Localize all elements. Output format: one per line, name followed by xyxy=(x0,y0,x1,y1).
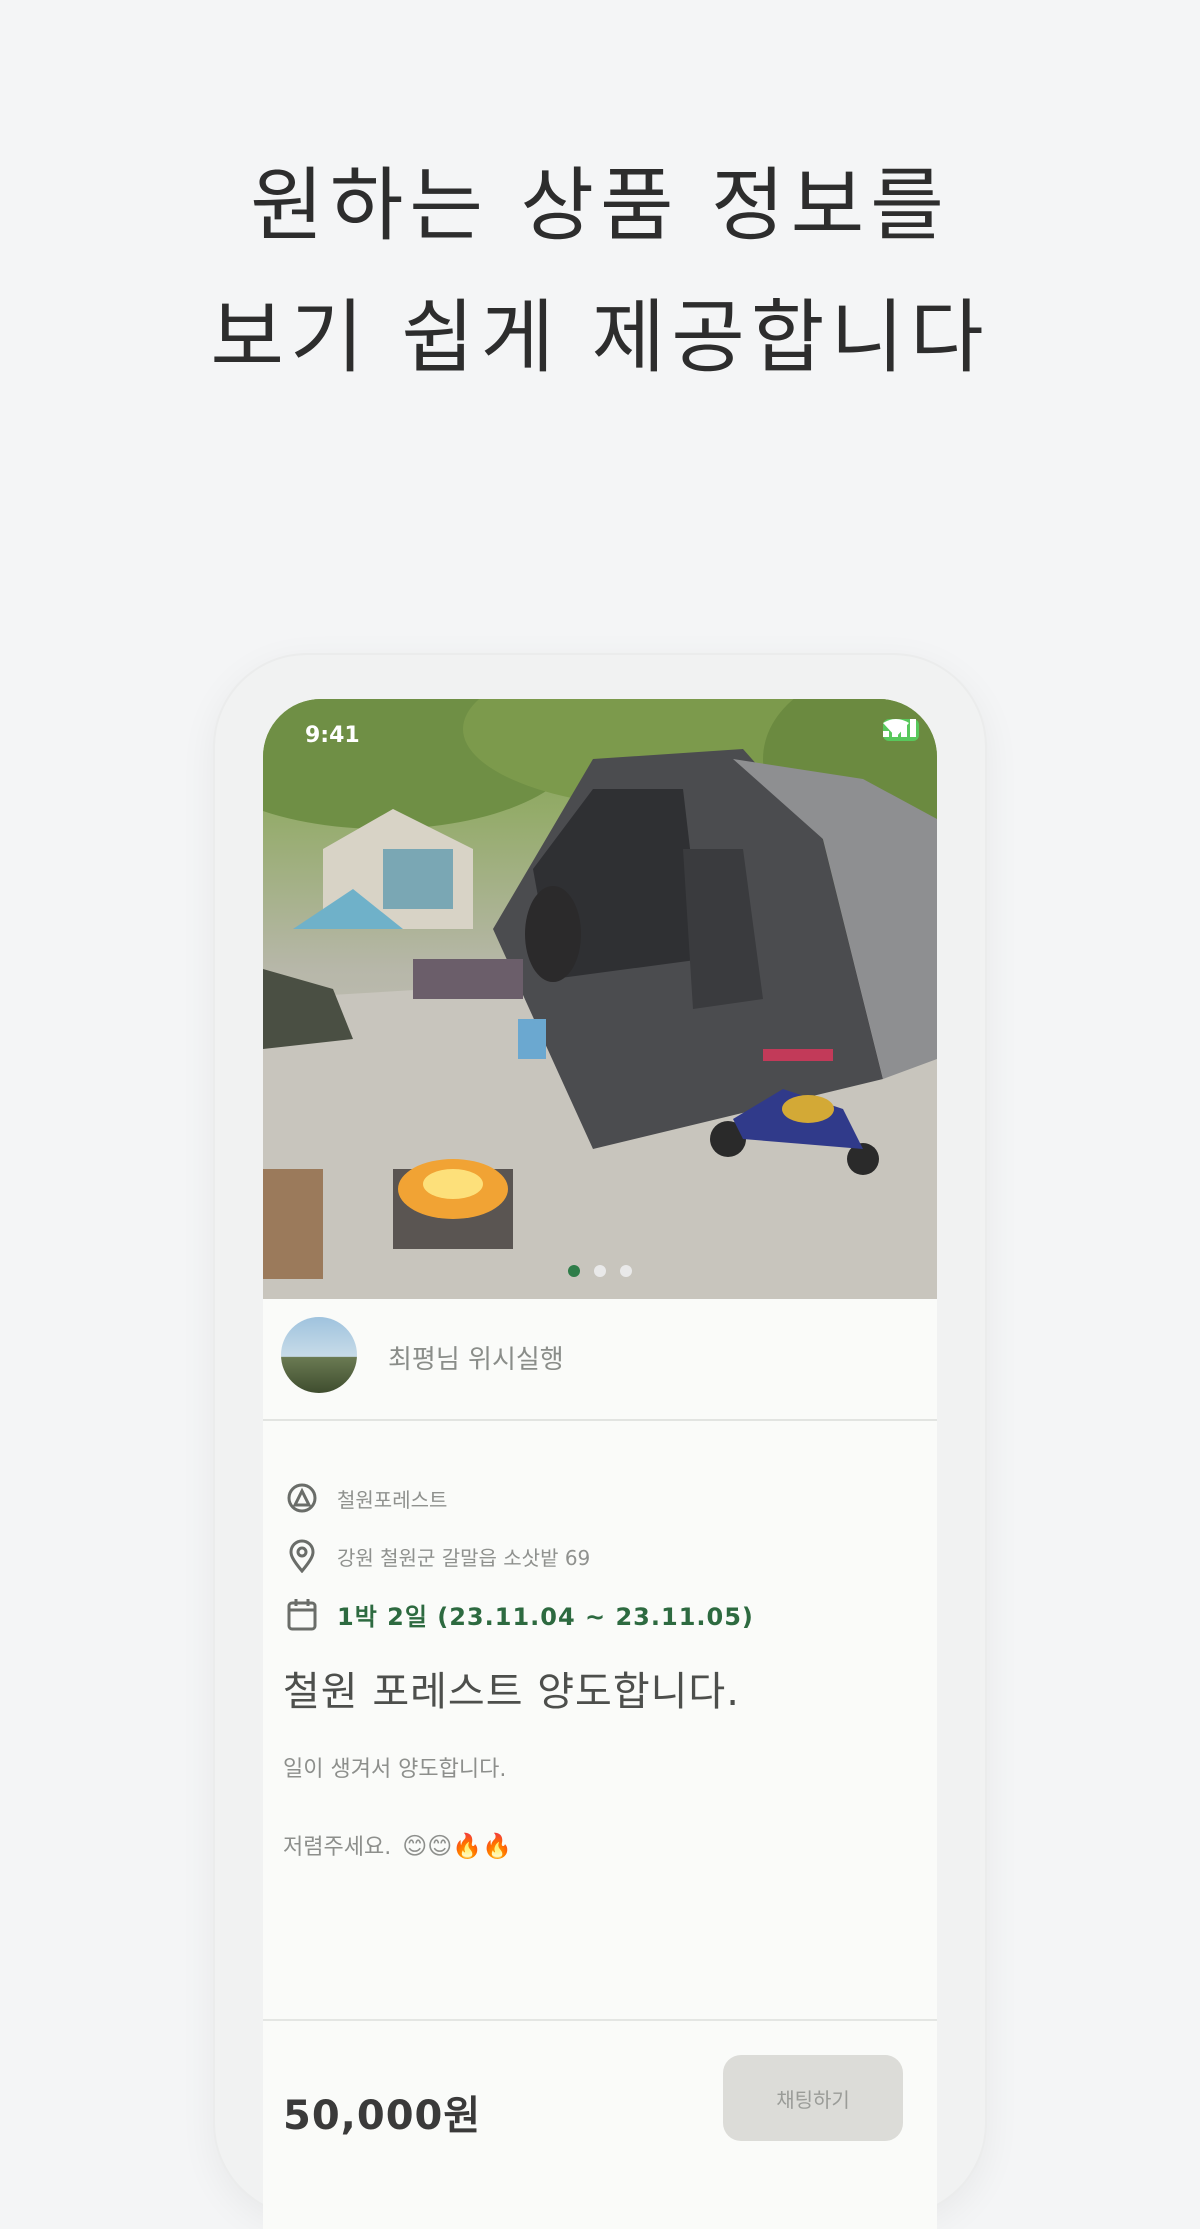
calendar-icon xyxy=(287,1599,317,1631)
status-icons xyxy=(883,719,919,741)
phone-screen: 9:41 최평님 위시실행 철원포레스트 강원 철원군 갈말읍 소삿밭 69 1… xyxy=(263,699,937,2229)
carousel-dot-2[interactable] xyxy=(594,1265,606,1277)
listing-description: 일이 생겨서 양도합니다. xyxy=(283,1757,507,1782)
carousel-dots xyxy=(263,1265,937,1277)
headline-line-1: 원하는 상품 정보를 xyxy=(250,159,950,252)
emoji-decoration: 😊😊🔥🔥 xyxy=(402,1832,513,1860)
avatar[interactable] xyxy=(281,1317,357,1393)
stay-period: 1박 2일 (23.11.04 ~ 23.11.05) xyxy=(337,1602,754,1631)
listing-photo-carousel[interactable]: 9:41 xyxy=(263,699,937,1299)
phone-mockup: 9:41 최평님 위시실행 철원포레스트 강원 철원군 갈말읍 소삿밭 69 1… xyxy=(215,655,985,2229)
address-row: 강원 철원군 갈말읍 소삿밭 69 xyxy=(285,1527,915,1585)
address: 강원 철원군 갈말읍 소삿밭 69 xyxy=(337,1545,591,1570)
campsite-icon xyxy=(287,1483,317,1513)
headline: 원하는 상품 정보를 보기 쉽게 제공합니다 xyxy=(0,140,1200,404)
listing-note: 저렴주세요. 😊😊🔥🔥 xyxy=(283,1829,512,1861)
headline-line-2: 보기 쉽게 제공합니다 xyxy=(210,291,990,384)
carousel-dot-3[interactable] xyxy=(620,1265,632,1277)
campsite-photo xyxy=(263,699,937,1299)
seller-name[interactable]: 최평님 위시실행 xyxy=(388,1339,564,1376)
carousel-dot-1[interactable] xyxy=(568,1265,580,1277)
listing-info: 철원포레스트 강원 철원군 갈말읍 소삿밭 69 1박 2일 (23.11.04… xyxy=(285,1469,915,1643)
wifi-icon xyxy=(883,719,909,737)
price: 50,000원 xyxy=(283,2093,482,2139)
listing-title: 철원 포레스트 양도합니다. xyxy=(283,1669,740,1715)
listing-note-text: 저렴주세요. xyxy=(283,1835,392,1860)
period-row: 1박 2일 (23.11.04 ~ 23.11.05) xyxy=(285,1585,915,1643)
seller-row[interactable]: 최평님 위시실행 xyxy=(263,1299,937,1421)
site-row: 철원포레스트 xyxy=(285,1469,915,1527)
site-name: 철원포레스트 xyxy=(337,1487,448,1512)
status-time: 9:41 xyxy=(305,723,360,748)
chat-button[interactable]: 채팅하기 xyxy=(723,2055,903,2141)
bottom-bar: 50,000원 채팅하기 xyxy=(263,2019,937,2229)
location-pin-icon xyxy=(289,1539,315,1573)
